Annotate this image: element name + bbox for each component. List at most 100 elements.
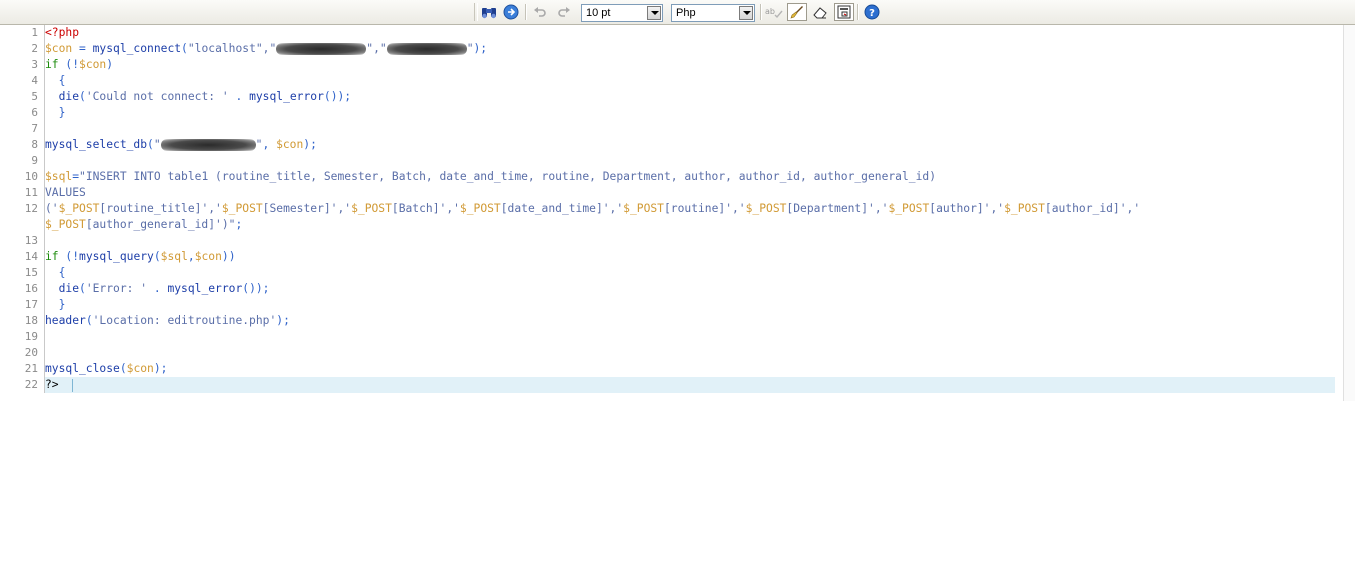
code-editor[interactable]: 1 2 3 4 5 6 7 8 9 10 11 12 13 14 15 16 17 18 19 20 21 22 <?ph… xyxy=(0,25,1355,567)
code-line[interactable]: $sql="INSERT INTO table1 (routine_title,… xyxy=(45,169,936,185)
code-line[interactable]: $_POST[author_general_id]')"; xyxy=(45,217,242,233)
code-token: ! xyxy=(72,250,80,263)
text-caret xyxy=(72,379,73,392)
code-token: $sql xyxy=(45,170,73,183)
code-line[interactable]: <?php xyxy=(45,25,79,41)
code-token: "INSERT INTO table1 (routine_title, Seme… xyxy=(79,170,936,183)
line-number: 12 xyxy=(24,202,38,215)
code-token: $_POST xyxy=(221,202,263,215)
line-number: 9 xyxy=(31,154,38,167)
line-number: 22 xyxy=(24,378,38,391)
line-number: 5 xyxy=(31,90,38,103)
code-token: VALUES xyxy=(45,186,86,199)
code-token: $con xyxy=(194,250,222,263)
code-line[interactable]: die('Error: ' . mysql_error()); xyxy=(45,281,270,297)
code-token: ); xyxy=(153,362,168,375)
code-token: " xyxy=(153,138,161,151)
code-token: , xyxy=(262,138,277,151)
code-token: = xyxy=(72,170,80,183)
code-token: ( xyxy=(181,42,188,55)
chevron-down-icon[interactable] xyxy=(739,6,753,20)
code-line[interactable]: } xyxy=(45,297,66,313)
code-line[interactable]: die('Could not connect: ' . mysql_error(… xyxy=(45,89,352,105)
code-token: [author_id]',' xyxy=(1044,202,1141,215)
code-token: "," xyxy=(366,42,387,55)
code-token: $_POST xyxy=(623,202,664,215)
code-line[interactable]: if (!mysql_query($sql,$con)) xyxy=(45,249,236,265)
code-line[interactable]: mysql_select_db(" ", $con); xyxy=(45,137,317,153)
svg-text:?: ? xyxy=(869,8,875,19)
code-line[interactable]: VALUES xyxy=(45,185,86,201)
code-line[interactable]: ?> xyxy=(45,377,59,393)
code-token: ()); xyxy=(323,90,352,103)
code-token: $con xyxy=(126,362,154,375)
code-line[interactable]: $con = mysql_connect("localhost"," "," "); xyxy=(45,41,487,57)
binoculars-icon xyxy=(481,5,497,19)
font-size-select[interactable]: 10 pt xyxy=(581,4,663,22)
line-number: 3 xyxy=(31,58,38,71)
code-token: $con xyxy=(45,42,73,55)
code-token: if xyxy=(45,250,59,263)
code-token: 'Error: ' xyxy=(85,282,148,295)
code-line[interactable]: mysql_close($con); xyxy=(45,361,167,377)
line-number: 11 xyxy=(24,186,38,199)
code-line[interactable]: if (!$con) xyxy=(45,57,113,73)
code-token: } xyxy=(45,106,66,119)
code-token: $_POST xyxy=(58,202,100,215)
redacted-text xyxy=(276,43,367,55)
undo-button[interactable] xyxy=(530,3,550,21)
code-token: $_POST xyxy=(459,202,501,215)
code-token: " xyxy=(466,42,474,55)
vertical-scrollbar[interactable] xyxy=(1343,25,1355,401)
code-token: $con xyxy=(79,58,107,71)
spellcheck-button[interactable]: ab xyxy=(764,3,784,21)
code-token: mysql_error xyxy=(167,282,243,295)
code-token: [Department]',' xyxy=(786,202,889,215)
code-token: if xyxy=(45,58,59,71)
code-token: ( xyxy=(153,250,161,263)
help-button[interactable]: ? xyxy=(862,3,882,21)
code-line[interactable]: { xyxy=(45,265,66,281)
code-line[interactable]: header('Location: editroutine.php'); xyxy=(45,313,290,329)
paste-button[interactable] xyxy=(834,3,854,21)
code-token: "localhost"," xyxy=(187,42,277,55)
line-number: 19 xyxy=(24,330,38,343)
line-number: 13 xyxy=(24,234,38,247)
redacted-text xyxy=(160,139,256,151)
eraser-icon xyxy=(812,4,828,20)
code-token: $_POST xyxy=(45,218,86,231)
code-token: header xyxy=(45,314,86,327)
code-token: [date_and_time]',' xyxy=(500,202,624,215)
redo-button[interactable] xyxy=(554,3,574,21)
code-line[interactable]: } xyxy=(45,105,66,121)
line-number: 21 xyxy=(24,362,38,375)
code-token: ?> xyxy=(45,378,59,391)
font-size-value: 10 pt xyxy=(586,7,611,19)
code-token: [routine_title]',' xyxy=(99,202,222,215)
line-number: 18 xyxy=(24,314,38,327)
line-number: 2 xyxy=(31,42,38,55)
code-line[interactable]: { xyxy=(45,73,66,89)
code-line[interactable]: ('$_POST[routine_title]','$_POST[Semeste… xyxy=(45,201,1140,217)
code-token: [Semester]',' xyxy=(262,202,352,215)
code-token: ()); xyxy=(242,282,270,295)
code-token: . xyxy=(147,282,168,295)
code-token: $con xyxy=(276,138,304,151)
code-token: mysql_connect xyxy=(92,42,182,55)
code-token: = xyxy=(72,42,93,55)
code-token: ( xyxy=(58,250,73,263)
line-number: 10 xyxy=(24,170,38,183)
line-number: 4 xyxy=(31,74,38,87)
toolbar-grip[interactable] xyxy=(474,3,478,21)
code-token: ); xyxy=(303,138,317,151)
browse-button[interactable] xyxy=(501,3,521,21)
format-brush-button[interactable] xyxy=(787,3,807,21)
line-number: 8 xyxy=(31,138,38,151)
code-token: $sql xyxy=(160,250,188,263)
chevron-down-icon[interactable] xyxy=(647,6,661,20)
code-token: [author]',' xyxy=(929,202,1005,215)
clear-button[interactable] xyxy=(810,3,830,21)
code-token: ); xyxy=(473,42,488,55)
find-button[interactable] xyxy=(479,3,499,21)
language-select[interactable]: Php xyxy=(671,4,755,22)
